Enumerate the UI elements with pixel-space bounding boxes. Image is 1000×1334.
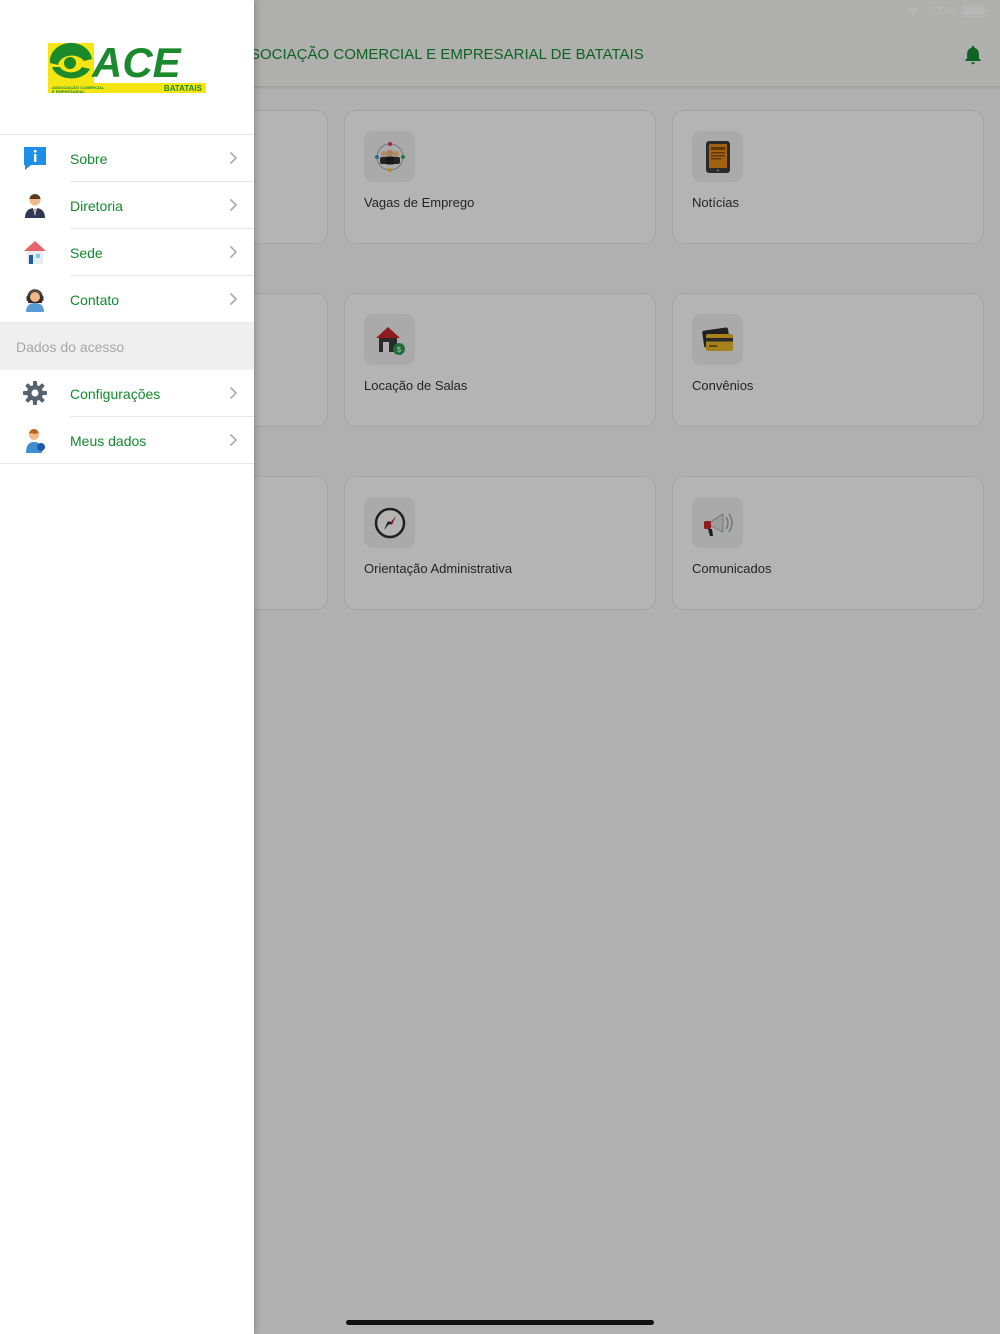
navigation-drawer: ACE ASSOCIAÇÃO COMERCIAL E EMPRESARIAL B… [0,0,254,1334]
home-indicator [346,1320,654,1325]
menu-item-meus-dados[interactable]: Meus dados [0,417,254,464]
businessman-icon [22,192,48,218]
menu-item-sede[interactable]: Sede [0,229,254,276]
menu-item-contato[interactable]: Contato [0,276,254,323]
svg-text:BATATAIS: BATATAIS [164,84,203,93]
svg-text:ACE: ACE [91,39,183,86]
house-icon [22,239,48,265]
menu-item-sobre[interactable]: Sobre [0,135,254,182]
menu-label: Sobre [70,150,108,167]
menu-item-diretoria[interactable]: Diretoria [0,182,254,229]
menu-label: Sede [70,244,103,261]
menu-label: Diretoria [70,197,123,214]
chevron-right-icon [229,245,238,259]
menu-item-configuracoes[interactable]: Configurações [0,370,254,417]
chevron-right-icon [229,292,238,306]
menu-label: Contato [70,291,120,308]
svg-text:E EMPRESARIAL: E EMPRESARIAL [52,89,85,94]
info-icon [22,145,48,171]
section-header-dados-acesso: Dados do acesso [0,323,254,370]
chevron-right-icon [229,433,238,447]
chevron-right-icon [229,198,238,212]
chevron-right-icon [229,151,238,165]
logo-area: ACE ASSOCIAÇÃO COMERCIAL E EMPRESARIAL B… [0,0,254,135]
ace-batatais-logo: ACE ASSOCIAÇÃO COMERCIAL E EMPRESARIAL B… [48,39,206,95]
chevron-right-icon [229,386,238,400]
gear-icon [22,380,48,406]
menu-label: Configurações [70,385,161,402]
menu-label: Meus dados [70,432,147,449]
operator-icon [22,286,48,312]
user-icon [22,427,48,453]
